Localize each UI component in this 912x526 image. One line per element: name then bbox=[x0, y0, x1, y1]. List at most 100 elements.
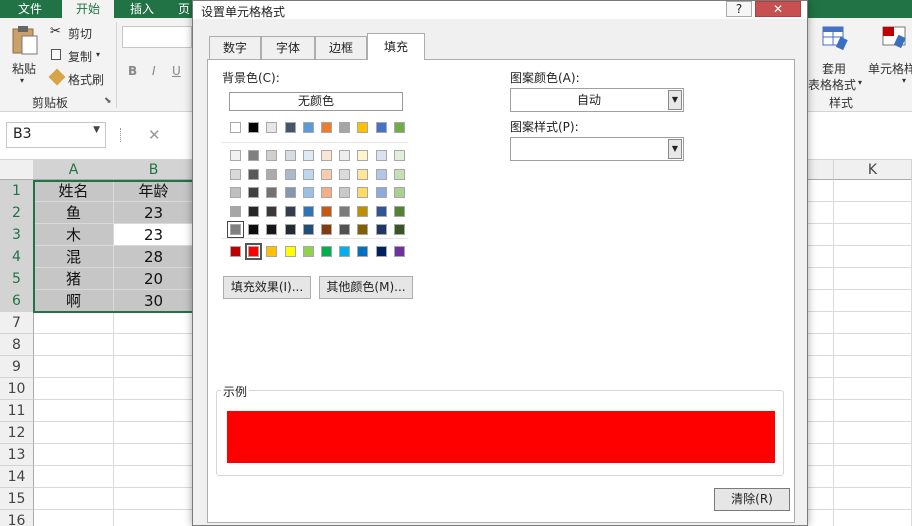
cut-button[interactable]: ✂ 剪切 bbox=[50, 24, 110, 42]
row-header[interactable]: 9 bbox=[0, 356, 34, 378]
theme-shade-swatch[interactable] bbox=[266, 187, 278, 198]
tab-border[interactable]: 边框 bbox=[315, 36, 367, 59]
theme-shade-swatch[interactable] bbox=[284, 224, 296, 235]
empty-cell[interactable] bbox=[834, 224, 912, 246]
theme-shade-swatch[interactable] bbox=[357, 150, 369, 161]
empty-cell[interactable] bbox=[806, 246, 834, 268]
empty-cell[interactable] bbox=[114, 378, 194, 400]
row-header[interactable]: 3 bbox=[0, 224, 34, 246]
column-header-b[interactable]: B bbox=[114, 160, 194, 180]
theme-shade-swatch[interactable] bbox=[230, 205, 241, 217]
row-header[interactable]: 1 bbox=[0, 180, 34, 202]
table-cell[interactable]: 混 bbox=[34, 246, 114, 268]
row-header[interactable]: 2 bbox=[0, 202, 34, 224]
standard-color-swatch[interactable] bbox=[321, 246, 332, 257]
theme-shade-swatch[interactable] bbox=[284, 168, 296, 180]
empty-cell[interactable] bbox=[806, 312, 834, 334]
theme-shade-swatch[interactable] bbox=[393, 224, 405, 235]
empty-cell[interactable] bbox=[834, 444, 912, 466]
empty-cell[interactable] bbox=[806, 334, 834, 356]
standard-color-swatch[interactable] bbox=[284, 246, 296, 257]
tab-page-partial[interactable]: 页 bbox=[176, 0, 192, 18]
theme-shade-swatch[interactable] bbox=[321, 168, 332, 180]
empty-cell[interactable] bbox=[114, 444, 194, 466]
theme-shade-swatch[interactable] bbox=[248, 205, 260, 217]
empty-cell[interactable] bbox=[806, 488, 834, 510]
theme-shade-swatch[interactable] bbox=[375, 187, 387, 198]
theme-shade-swatch[interactable] bbox=[375, 224, 387, 235]
row-header[interactable]: 12 bbox=[0, 422, 34, 444]
theme-shade-swatch[interactable] bbox=[266, 224, 278, 235]
theme-shade-swatch[interactable] bbox=[375, 168, 387, 180]
table-cell[interactable]: 啊 bbox=[34, 290, 114, 312]
theme-shade-swatch[interactable] bbox=[230, 187, 241, 198]
empty-cell[interactable] bbox=[114, 510, 194, 526]
standard-color-swatch[interactable] bbox=[230, 246, 241, 257]
theme-color-swatch[interactable] bbox=[339, 122, 351, 133]
empty-cell[interactable] bbox=[806, 290, 834, 312]
empty-cell[interactable] bbox=[834, 356, 912, 378]
empty-cell[interactable] bbox=[34, 312, 114, 334]
theme-shade-swatch[interactable] bbox=[266, 168, 278, 180]
theme-shade-swatch[interactable] bbox=[357, 224, 369, 235]
row-header[interactable]: 15 bbox=[0, 488, 34, 510]
help-button[interactable]: ? bbox=[726, 1, 752, 17]
row-header[interactable]: 11 bbox=[0, 400, 34, 422]
empty-cell[interactable] bbox=[806, 224, 834, 246]
theme-shade-swatch[interactable] bbox=[266, 205, 278, 217]
empty-cell[interactable] bbox=[114, 312, 194, 334]
column-header-k[interactable]: K bbox=[834, 160, 912, 180]
theme-shade-swatch[interactable] bbox=[248, 224, 260, 235]
theme-shade-swatch[interactable] bbox=[375, 205, 387, 217]
row-header[interactable]: 8 bbox=[0, 334, 34, 356]
dialog-launcher-icon[interactable]: ⬊ bbox=[104, 96, 112, 106]
theme-shade-swatch[interactable] bbox=[248, 187, 260, 198]
tab-home[interactable]: 开始 bbox=[62, 0, 114, 18]
underline-button[interactable]: U bbox=[172, 64, 181, 78]
empty-cell[interactable] bbox=[34, 378, 114, 400]
theme-color-swatch[interactable] bbox=[357, 122, 369, 133]
table-cell[interactable]: 鱼 bbox=[34, 202, 114, 224]
italic-button[interactable]: I bbox=[152, 64, 156, 78]
tab-font[interactable]: 字体 bbox=[261, 36, 315, 59]
empty-cell[interactable] bbox=[834, 488, 912, 510]
theme-color-swatch[interactable] bbox=[284, 122, 296, 133]
row-header[interactable]: 5 bbox=[0, 268, 34, 290]
standard-color-swatch[interactable] bbox=[393, 246, 405, 257]
theme-color-swatch[interactable] bbox=[302, 122, 314, 133]
theme-shade-swatch[interactable] bbox=[357, 187, 369, 198]
bold-button[interactable]: B bbox=[128, 64, 137, 78]
theme-shade-swatch[interactable] bbox=[393, 150, 405, 161]
empty-cell[interactable] bbox=[806, 202, 834, 224]
table-cell[interactable]: 猪 bbox=[34, 268, 114, 290]
name-box[interactable]: B3 ▼ bbox=[6, 122, 106, 148]
empty-cell[interactable] bbox=[34, 422, 114, 444]
empty-cell[interactable] bbox=[834, 202, 912, 224]
theme-color-swatch[interactable] bbox=[230, 122, 241, 133]
empty-cell[interactable] bbox=[34, 334, 114, 356]
format-painter-button[interactable]: 格式刷 bbox=[48, 68, 110, 88]
row-header[interactable]: 6 bbox=[0, 290, 34, 312]
table-cell[interactable]: 28 bbox=[114, 246, 194, 268]
theme-shade-swatch[interactable] bbox=[357, 205, 369, 217]
empty-cell[interactable] bbox=[806, 268, 834, 290]
empty-cell[interactable] bbox=[34, 356, 114, 378]
empty-cell[interactable] bbox=[114, 422, 194, 444]
standard-color-swatch[interactable] bbox=[245, 243, 263, 260]
empty-cell[interactable] bbox=[34, 444, 114, 466]
table-cell[interactable]: 20 bbox=[114, 268, 194, 290]
tab-fill[interactable]: 填充 bbox=[367, 33, 425, 60]
theme-shade-swatch[interactable] bbox=[393, 187, 405, 198]
empty-cell[interactable] bbox=[806, 466, 834, 488]
empty-cell[interactable] bbox=[834, 378, 912, 400]
theme-shade-swatch[interactable] bbox=[230, 168, 241, 180]
tab-insert[interactable]: 插入 bbox=[116, 0, 168, 18]
empty-cell[interactable] bbox=[34, 488, 114, 510]
column-header-a[interactable]: A bbox=[34, 160, 114, 180]
empty-cell[interactable] bbox=[806, 356, 834, 378]
empty-cell[interactable] bbox=[114, 488, 194, 510]
pattern-style-select[interactable]: ▼ bbox=[510, 137, 684, 161]
select-all-corner[interactable] bbox=[0, 160, 34, 180]
standard-color-swatch[interactable] bbox=[357, 246, 369, 257]
empty-cell[interactable] bbox=[806, 400, 834, 422]
